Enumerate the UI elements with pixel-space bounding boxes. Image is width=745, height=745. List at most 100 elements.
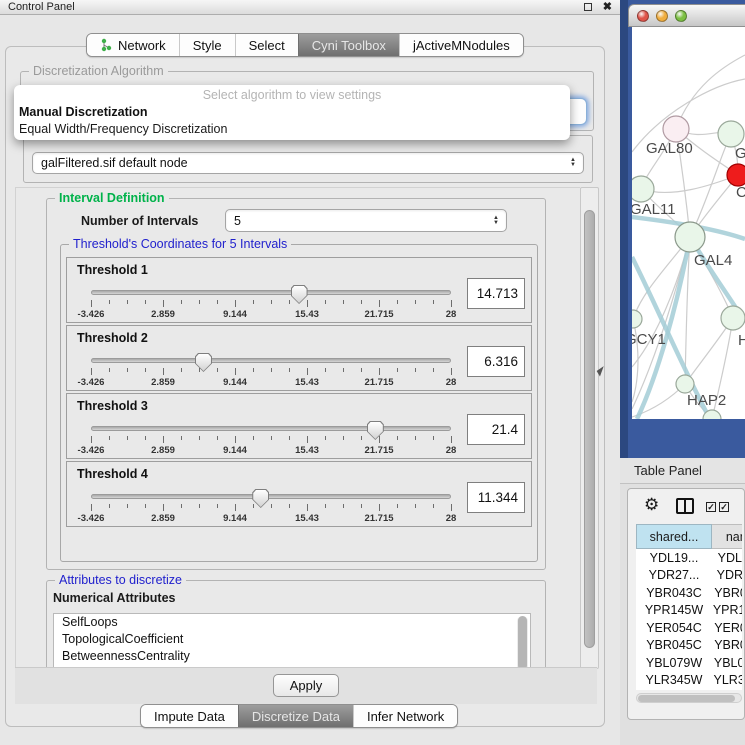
table-row[interactable]: YBR043CYBR043C	[636, 584, 742, 602]
dropdown-option[interactable]: Manual Discretization	[14, 104, 570, 121]
attribute-list[interactable]: SelfLoopsTopologicalCoefficientBetweenne…	[53, 613, 531, 669]
table-cell[interactable]: YIL052C	[636, 689, 712, 690]
table-cell[interactable]: YDL19...	[636, 549, 712, 567]
table-hscrollbar[interactable]	[636, 693, 742, 703]
threshold-slider[interactable]	[91, 290, 451, 295]
tab-cyni-toolbox[interactable]: Cyni Toolbox	[298, 34, 399, 56]
table-cell[interactable]: YBL079W	[636, 654, 712, 672]
close-traffic-light-icon[interactable]	[637, 10, 649, 22]
table-row[interactable]: YLR345WYLR345W	[636, 672, 742, 690]
table-panel-header[interactable]: Table Panel	[620, 458, 745, 484]
table-row[interactable]: YIL052CYIL052C	[636, 689, 742, 690]
table-cell[interactable]: YDR27...	[712, 567, 742, 585]
slider-tick-labels: -3.4262.8599.14415.4321.71528	[91, 445, 451, 455]
table-cell[interactable]: YDR27...	[636, 567, 712, 585]
table-cell[interactable]: YIL052C	[712, 689, 742, 690]
threshold-label: Threshold 3	[77, 399, 148, 413]
network-window-frame: GAL80GACGAL11GAL4GCY1HHAP2	[620, 0, 745, 458]
tab-select[interactable]: Select	[235, 34, 298, 56]
column-header-shared-name[interactable]: shared...	[636, 524, 712, 549]
table-data-group: Table Data galFiltered.sif default node …	[23, 135, 593, 183]
table-cell[interactable]: YPR145W	[712, 602, 742, 620]
network-node-gal80[interactable]	[663, 116, 689, 142]
gear-icon[interactable]: ⚙	[644, 495, 659, 515]
column-header-name[interactable]: name	[712, 524, 742, 549]
tab-infer-network[interactable]: Infer Network	[353, 705, 457, 727]
network-graph: GAL80GACGAL11GAL4GCY1HHAP2	[632, 27, 745, 419]
stepper-icon: ▲▼	[570, 153, 576, 173]
slider-ticks	[91, 436, 451, 444]
table-panel: Table Panel ⚙ ✓ ✓ shared... name YDL19..…	[620, 458, 745, 745]
network-node-gcy1[interactable]	[632, 310, 642, 328]
table-cell[interactable]: YBL079W	[712, 654, 742, 672]
tab-label: Infer Network	[367, 709, 444, 724]
tab-network[interactable]: Network	[87, 34, 179, 56]
threshold-value-field[interactable]: 6.316	[467, 346, 525, 377]
table-row[interactable]: YPR145WYPR145W	[636, 602, 742, 620]
apply-button[interactable]: Apply	[273, 674, 339, 697]
table-data-combo-value: galFiltered.sif default node	[41, 156, 188, 170]
table-cell[interactable]: YBR045C	[636, 637, 712, 655]
table-cell[interactable]: YLR345W	[712, 672, 742, 690]
network-node-hap2[interactable]	[676, 375, 694, 393]
threshold-slider[interactable]	[91, 494, 451, 499]
control-panel-titlebar[interactable]: Control Panel ✖	[0, 0, 620, 15]
network-edge	[676, 55, 745, 129]
network-node-h[interactable]	[721, 306, 745, 330]
table-cell[interactable]: YBR043C	[636, 584, 712, 602]
stepper-icon: ▲▼	[493, 210, 499, 231]
table-header-row: shared... name	[636, 524, 742, 549]
network-node-ga[interactable]	[718, 121, 744, 147]
threshold-value-field[interactable]: 11.344	[467, 482, 525, 513]
table-cell[interactable]: YBR043C	[712, 584, 742, 602]
table-row[interactable]: YDR27...YDR27...	[636, 567, 742, 585]
tab-impute-data[interactable]: Impute Data	[141, 705, 238, 727]
node-table[interactable]: shared... name YDL19...YDL19...YDR27...Y…	[636, 524, 742, 690]
float-window-icon[interactable]	[584, 3, 592, 11]
attribute-item[interactable]: TopologicalCoefficient	[54, 631, 530, 648]
threshold-value-field[interactable]: 14.713	[467, 278, 525, 309]
columns-icon[interactable]	[676, 498, 694, 514]
table-cell[interactable]: YBR045C	[712, 637, 742, 655]
table-cell[interactable]: YPR145W	[636, 602, 712, 620]
dropdown-option[interactable]: Equal Width/Frequency Discretization	[14, 121, 570, 138]
threshold-slider[interactable]	[91, 426, 451, 431]
node-label: C	[736, 184, 745, 201]
scrollbar-thumb[interactable]	[638, 695, 735, 702]
network-edge	[641, 175, 738, 192]
attribute-item[interactable]: BetweennessCentrality	[54, 648, 530, 665]
table-cell[interactable]: YLR345W	[636, 672, 712, 690]
tab-style[interactable]: Style	[179, 34, 235, 56]
table-row[interactable]: YBL079WYBL079W	[636, 654, 742, 672]
network-node-gal11[interactable]	[632, 176, 654, 202]
zoom-traffic-light-icon[interactable]	[675, 10, 687, 22]
table-cell[interactable]: YER054C	[636, 619, 712, 637]
tab-label: jActiveMNodules	[413, 38, 510, 53]
slider-tick-labels: -3.4262.8599.14415.4321.71528	[91, 309, 451, 319]
settings-scrollbar[interactable]	[580, 187, 599, 669]
table-row[interactable]: YER054CYER054C	[636, 619, 742, 637]
scrollbar-thumb[interactable]	[584, 210, 595, 648]
table-cell[interactable]: YER054C	[712, 619, 742, 637]
checkbox-icon[interactable]: ✓	[706, 502, 716, 512]
network-canvas[interactable]: GAL80GACGAL11GAL4GCY1HHAP2	[632, 27, 745, 419]
tab-jactivemnodules[interactable]: jActiveMNodules	[399, 34, 523, 56]
threshold-slider[interactable]	[91, 358, 451, 363]
close-icon[interactable]: ✖	[603, 0, 612, 13]
num-intervals-combo[interactable]: 5 ▲▼	[225, 209, 507, 232]
table-row[interactable]: YBR045CYBR045C	[636, 637, 742, 655]
tab-discretize-data[interactable]: Discretize Data	[238, 705, 353, 727]
table-row[interactable]: YDL19...YDL19...	[636, 549, 742, 567]
table-data-combo[interactable]: galFiltered.sif default node ▲▼	[32, 152, 584, 174]
attribute-item[interactable]: SelfLoops	[54, 614, 530, 631]
checkbox-icon[interactable]: ✓	[719, 502, 729, 512]
table-cell[interactable]: YDL19...	[712, 549, 742, 567]
attribute-list-scrollbar[interactable]	[517, 616, 528, 669]
network-node-c[interactable]	[727, 164, 745, 186]
control-panel: Control Panel ✖ Network StyleSelectCyni T…	[0, 0, 620, 745]
network-node-gal4[interactable]	[675, 222, 705, 252]
network-window-titlebar[interactable]	[628, 4, 745, 27]
threshold-value-field[interactable]: 21.4	[467, 414, 525, 445]
minimize-traffic-light-icon[interactable]	[656, 10, 668, 22]
tab-label: Network	[118, 38, 166, 53]
